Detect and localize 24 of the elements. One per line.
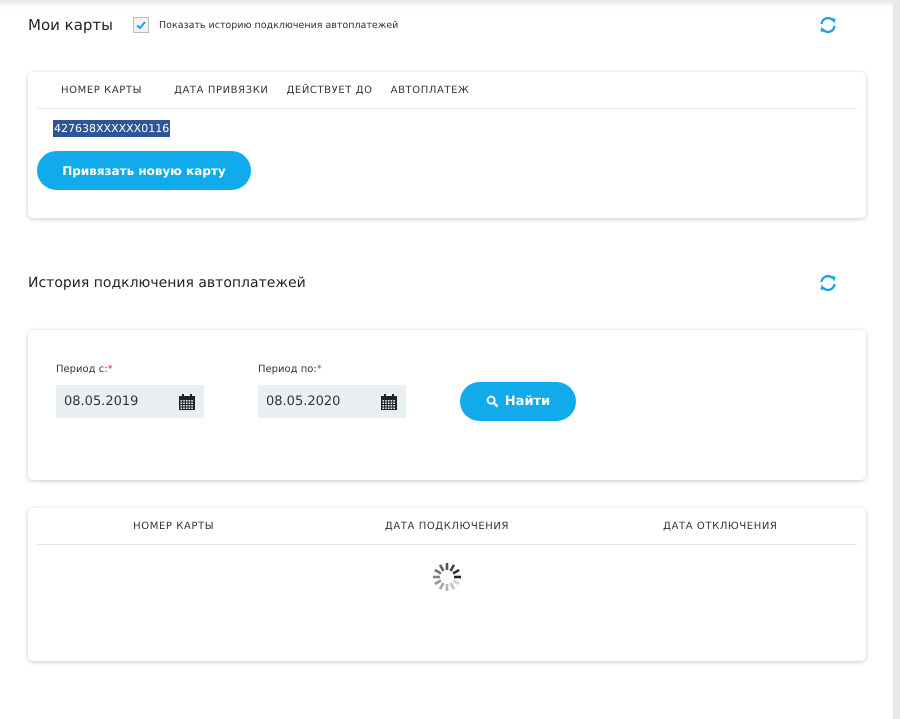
- column-header: ДАТА ОТКЛЮЧЕНИЯ: [662, 520, 778, 532]
- card-number: 427638XXXXXX0116: [53, 120, 170, 136]
- date-field[interactable]: 08.05.2019: [56, 385, 204, 418]
- field-label: Период по:: [258, 364, 317, 375]
- calendar-icon[interactable]: [178, 392, 196, 410]
- section-title: История подключения автоплатежей: [28, 275, 306, 291]
- field-label: Период с:: [56, 364, 108, 375]
- refresh-icon[interactable]: [818, 273, 838, 293]
- calendar-icon[interactable]: [380, 392, 398, 410]
- column-header: НОМЕР КАРТЫ: [60, 84, 144, 96]
- checkbox[interactable]: [133, 17, 149, 33]
- column-header: ДАТА ПОДКЛЮЧЕНИЯ: [384, 520, 510, 532]
- checkbox-label: Показать историю подключения автоплатежей: [159, 20, 398, 30]
- refresh-icon[interactable]: [818, 15, 838, 35]
- section-title: Мои карты: [28, 16, 113, 34]
- column-header: ДАТА ПРИВЯЗКИ: [173, 84, 270, 96]
- column-header: ДЕЙСТВУЕТ ДО: [285, 84, 374, 96]
- required-mark: *: [108, 364, 113, 375]
- column-header: НОМЕР КАРТЫ: [132, 520, 216, 532]
- date-field[interactable]: 08.05.2020: [258, 385, 406, 418]
- required-mark: *: [316, 364, 322, 375]
- check-icon: [135, 19, 147, 31]
- search-icon: [486, 395, 499, 408]
- column-header: АВТОПЛАТЕЖ: [390, 84, 470, 96]
